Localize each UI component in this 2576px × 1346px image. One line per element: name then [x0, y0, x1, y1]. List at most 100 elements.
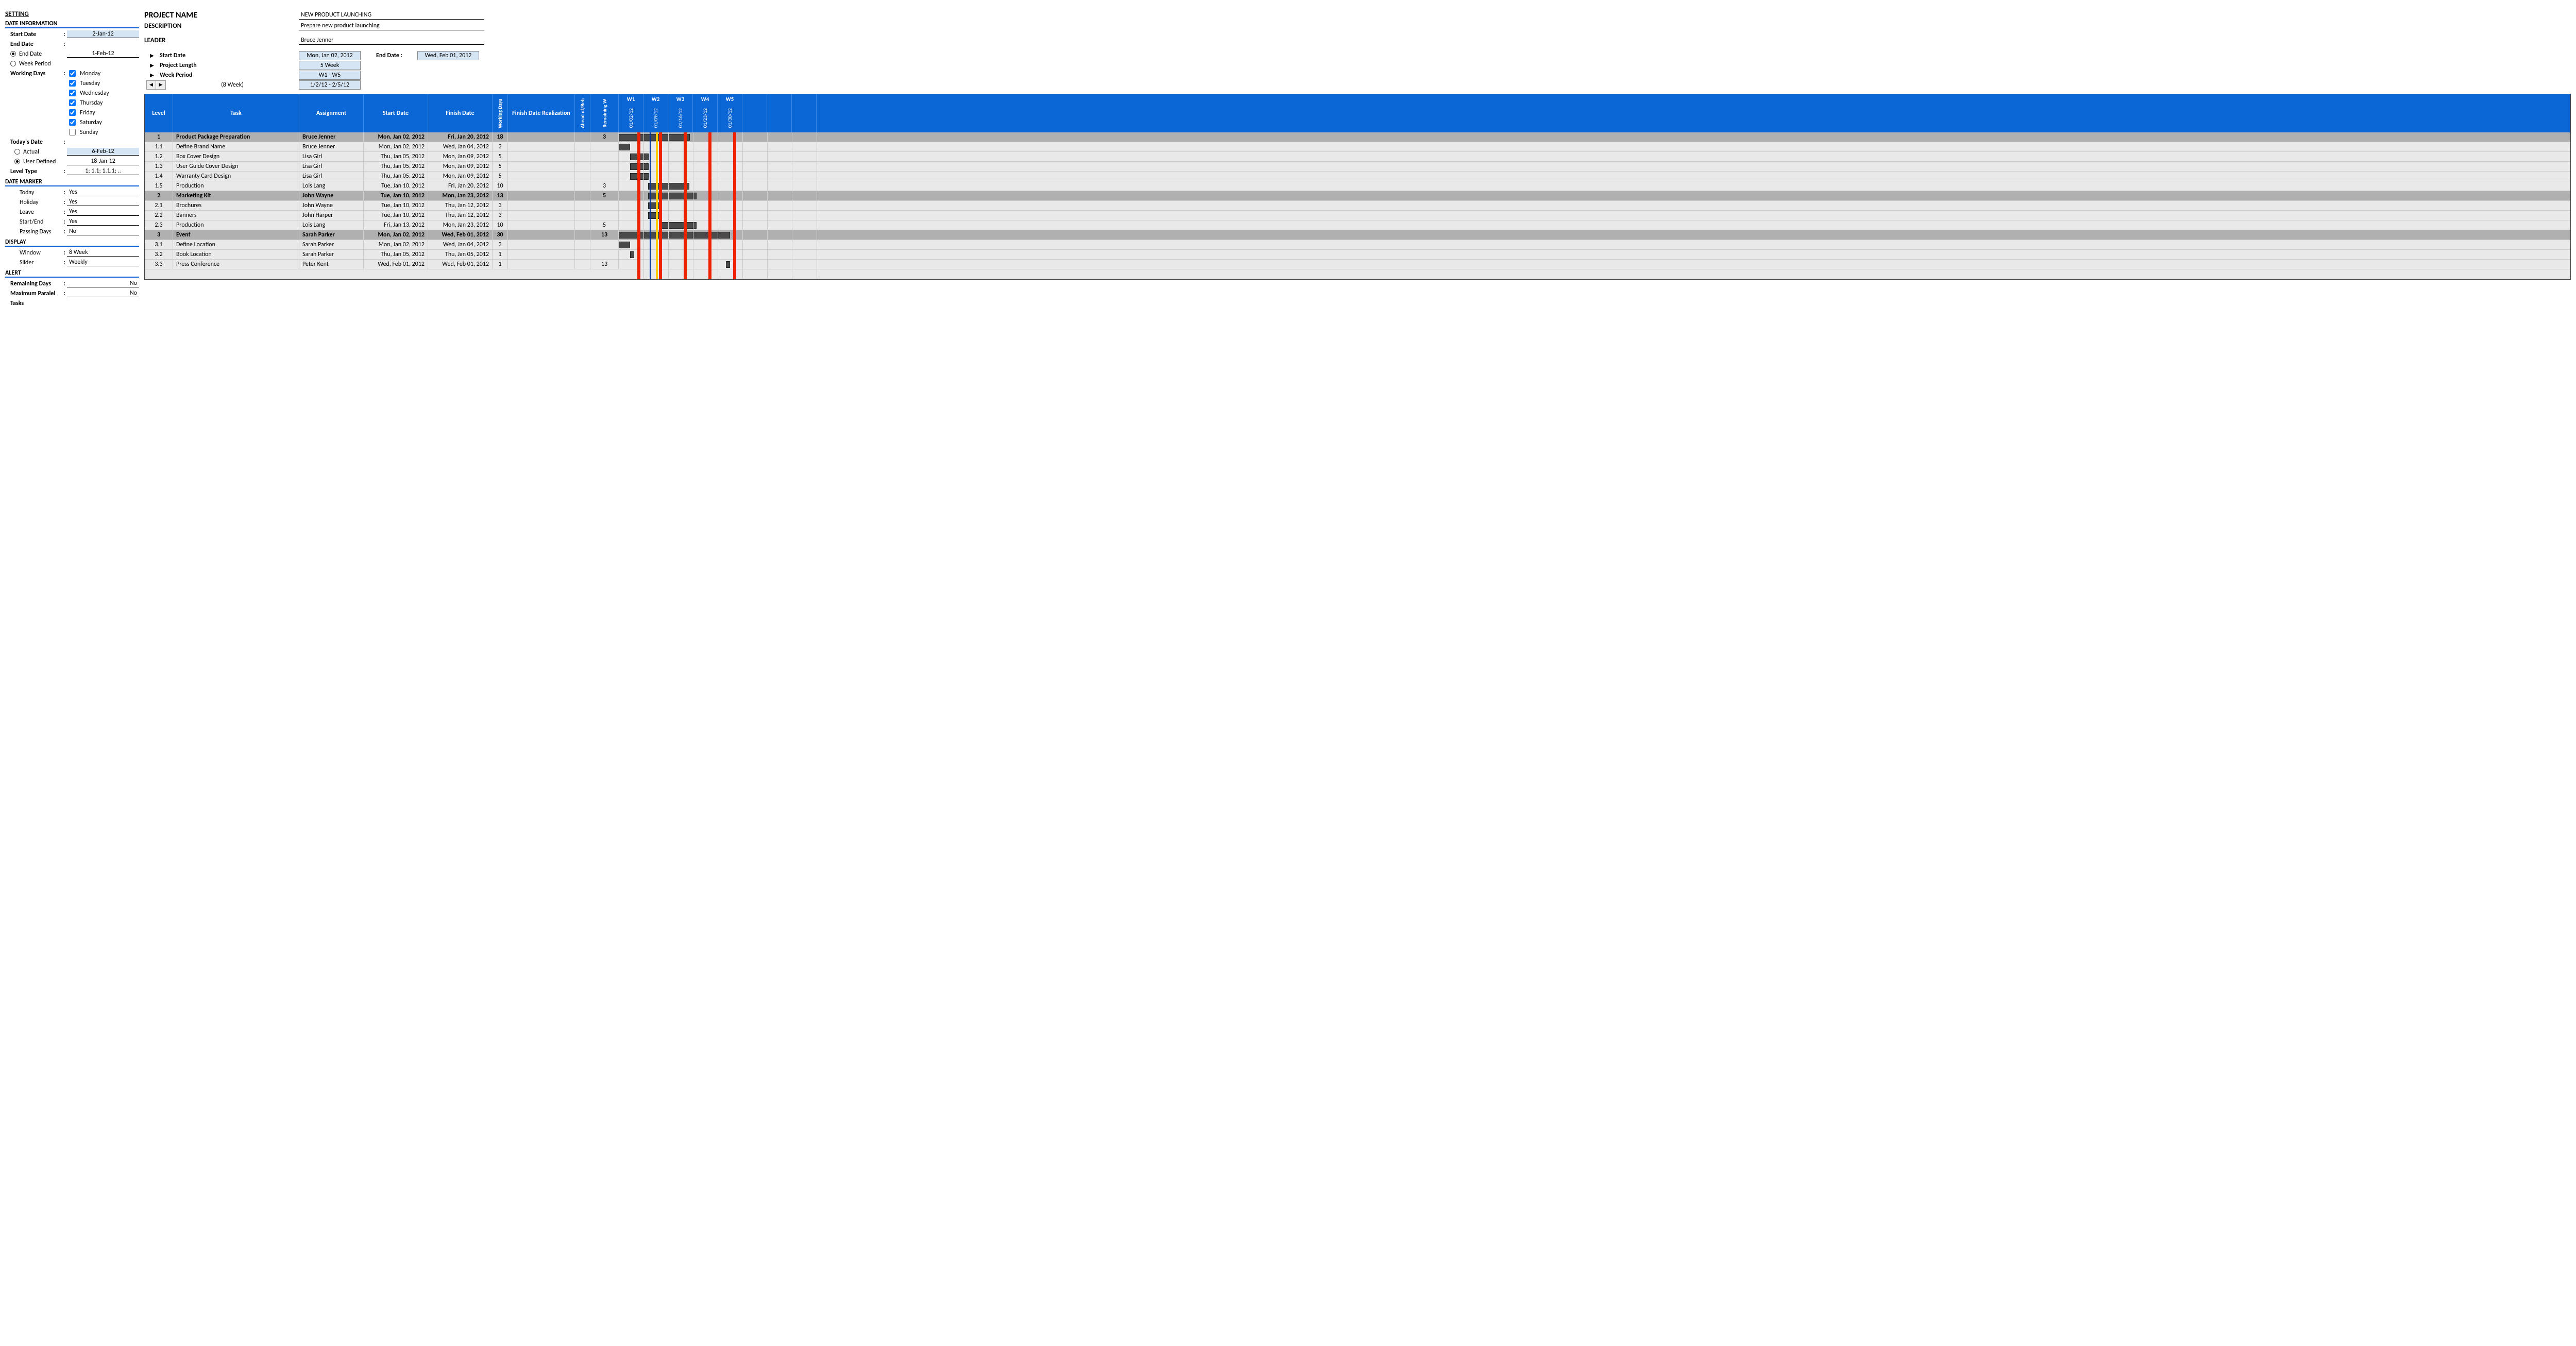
cell-ahead-behind — [575, 260, 590, 269]
cell-finish-realization — [508, 152, 575, 161]
triangle-icon: ▶ — [144, 52, 160, 59]
cell-start-date: Tue, Jan 10, 2012 — [364, 181, 428, 191]
day-tuesday[interactable]: Tuesday — [67, 80, 139, 87]
day-monday[interactable]: Monday — [67, 70, 139, 77]
marker-holiday[interactable]: Yes — [67, 198, 139, 206]
gantt-bar[interactable] — [619, 242, 630, 248]
start-date-value[interactable]: 2-Jan-12 — [67, 30, 139, 38]
marker-startend[interactable]: Yes — [67, 218, 139, 226]
table-row[interactable]: 1Product Package PreparationBruce Jenner… — [145, 132, 619, 142]
gantt-bar[interactable] — [619, 144, 630, 150]
actual-radio[interactable]: Actual — [5, 148, 62, 156]
week-slider[interactable]: ◀▶ — [146, 80, 166, 90]
table-row[interactable]: 1.4Warranty Card DesignLisa GirlThu, Jan… — [145, 172, 619, 181]
user-defined-value[interactable]: 18-Jan-12 — [67, 158, 139, 165]
cell-remaining — [590, 240, 619, 249]
slider-prev-icon: ◀ — [147, 81, 156, 89]
cell-assignment: John Harper — [299, 211, 364, 220]
cell-start-date: Mon, Jan 02, 2012 — [364, 142, 428, 151]
cell-finish-realization — [508, 220, 575, 230]
day-saturday[interactable]: Saturday — [67, 119, 139, 126]
cell-task: Production — [173, 220, 299, 230]
cell-working-days: 3 — [493, 240, 508, 249]
todays-date-label: Today's Date — [5, 139, 62, 146]
week-date-header: 01/16/12 — [668, 104, 693, 132]
week-date-header — [792, 104, 817, 132]
cell-working-days: 5 — [493, 152, 508, 161]
day-thursday[interactable]: Thursday — [67, 99, 139, 107]
cell-finish-date: Thu, Jan 12, 2012 — [428, 201, 493, 210]
cell-assignment: Sarah Parker — [299, 230, 364, 240]
display-window[interactable]: 8 Week — [67, 249, 139, 257]
cell-working-days: 5 — [493, 162, 508, 171]
end-date-value[interactable]: 1-Feb-12 — [67, 50, 139, 58]
table-row[interactable]: 1.3User Guide Cover DesignLisa GirlThu, … — [145, 162, 619, 172]
marker-leave[interactable]: Yes — [67, 208, 139, 216]
cell-task: Product Package Preparation — [173, 132, 299, 142]
end-date-label: End Date — [5, 41, 62, 48]
slider-weeks-label: (8 Week) — [166, 81, 299, 89]
cell-finish-realization — [508, 172, 575, 181]
project-end-value: Wed, Feb 01, 2012 — [417, 51, 479, 60]
slider-next-icon: ▶ — [156, 81, 165, 89]
table-row[interactable]: 2.1BrochuresJohn WayneTue, Jan 10, 2012T… — [145, 201, 619, 211]
table-row[interactable]: 3.1Define LocationSarah ParkerMon, Jan 0… — [145, 240, 619, 250]
cell-remaining: 3 — [590, 132, 619, 142]
table-row[interactable]: 3.3Press ConferencePeter KentWed, Feb 01… — [145, 260, 619, 269]
alert-remaining[interactable]: No — [67, 280, 139, 287]
settings-panel: SETTING DATE INFORMATION Start Date : 2-… — [5, 10, 139, 308]
cell-task: Define Brand Name — [173, 142, 299, 151]
actual-date-value[interactable]: 6-Feb-12 — [67, 148, 139, 156]
table-row[interactable]: 2Marketing KitJohn WayneTue, Jan 10, 201… — [145, 191, 619, 201]
triangle-icon: ▶ — [144, 72, 160, 78]
table-row[interactable]: 3EventSarah ParkerMon, Jan 02, 2012Wed, … — [145, 230, 619, 240]
week-header: W5 — [718, 94, 742, 104]
cell-level: 2 — [145, 191, 173, 200]
gantt-bar[interactable] — [726, 261, 730, 268]
user-defined-radio[interactable]: User Defined — [5, 158, 62, 165]
timeline-row — [619, 260, 2570, 269]
table-row[interactable]: 1.5ProductionLois LangTue, Jan 10, 2012F… — [145, 181, 619, 191]
table-row[interactable]: 1.2Box Cover DesignLisa GirlThu, Jan 05,… — [145, 152, 619, 162]
project-name[interactable]: NEW PRODUCT LAUNCHING — [299, 11, 484, 20]
cell-finish-realization — [508, 211, 575, 220]
week-date-header: 01/02/12 — [619, 104, 643, 132]
table-row[interactable]: 1.1Define Brand NameBruce JennerMon, Jan… — [145, 142, 619, 152]
alert-maxparallel[interactable]: No — [67, 289, 139, 297]
cell-task: Brochures — [173, 201, 299, 210]
day-friday[interactable]: Friday — [67, 109, 139, 116]
cell-working-days: 1 — [493, 260, 508, 269]
table-row[interactable]: 2.2BannersJohn HarperTue, Jan 10, 2012Th… — [145, 211, 619, 220]
marker-line-red — [708, 132, 711, 279]
level-type-value[interactable]: 1; 1.1; 1.1.1; .. — [67, 167, 139, 175]
display-slider[interactable]: Weekly — [67, 259, 139, 266]
day-wednesday[interactable]: Wednesday — [67, 90, 139, 97]
leader-value[interactable]: Bruce Jenner — [299, 36, 484, 45]
cell-level: 3 — [145, 230, 173, 240]
timeline-row — [619, 172, 2570, 181]
cell-working-days: 3 — [493, 211, 508, 220]
cell-start-date: Mon, Jan 02, 2012 — [364, 132, 428, 142]
marker-today[interactable]: Yes — [67, 189, 139, 196]
gantt-bar[interactable] — [619, 232, 730, 238]
day-sunday[interactable]: Sunday — [67, 129, 139, 136]
cell-level: 2.2 — [145, 211, 173, 220]
cell-finish-date: Thu, Jan 05, 2012 — [428, 250, 493, 259]
gantt-bar[interactable] — [659, 222, 697, 229]
week-period-radio[interactable]: Week Period — [5, 60, 62, 67]
gantt-bar[interactable] — [619, 134, 690, 141]
cell-assignment: Bruce Jenner — [299, 132, 364, 142]
description-value[interactable]: Prepare new product launching — [299, 22, 484, 30]
marker-line-red — [684, 132, 687, 279]
gantt-bar[interactable] — [648, 183, 689, 190]
table-row[interactable]: 2.3ProductionLois LangFri, Jan 13, 2012M… — [145, 220, 619, 230]
end-date-radio[interactable]: End Date — [5, 50, 62, 58]
marker-passing[interactable]: No — [67, 228, 139, 235]
cell-assignment: John Wayne — [299, 201, 364, 210]
project-start-value: Mon, Jan 02, 2012 — [299, 51, 361, 60]
gantt-bar[interactable] — [630, 251, 634, 258]
timeline-row — [619, 230, 2570, 240]
week-date-header: 01/09/12 — [643, 104, 668, 132]
cell-start-date: Thu, Jan 05, 2012 — [364, 250, 428, 259]
table-row[interactable]: 3.2Book LocationSarah ParkerThu, Jan 05,… — [145, 250, 619, 260]
